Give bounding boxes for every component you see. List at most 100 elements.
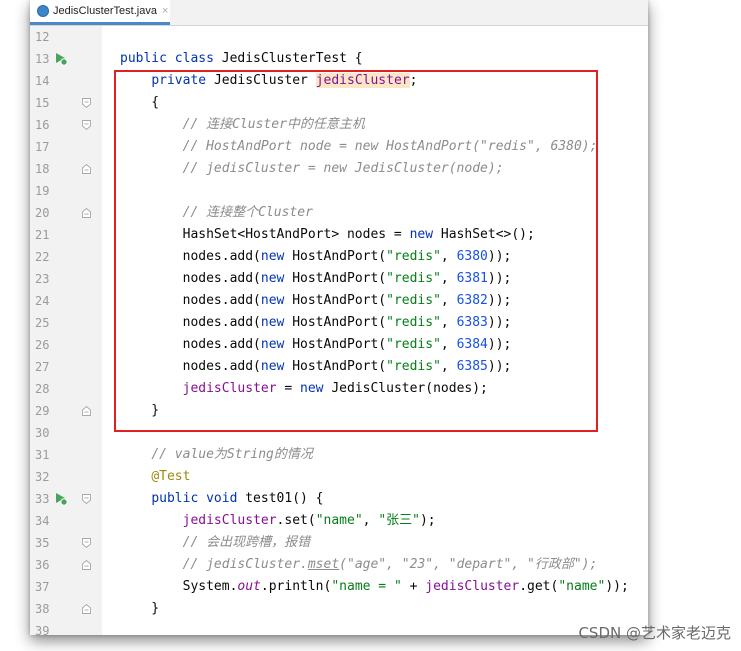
- code-line[interactable]: 39: [30, 620, 648, 635]
- code-text: private JedisCluster jedisCluster;: [120, 70, 417, 92]
- code-token: ,: [362, 513, 379, 528]
- code-line[interactable]: 32 @Test: [30, 466, 648, 488]
- line-number: 28: [35, 382, 50, 396]
- code-line[interactable]: 35 // 会出现跨槽，报错: [30, 532, 648, 554]
- code-token: "redis": [386, 293, 441, 308]
- code-token: jedisCluster: [182, 513, 277, 528]
- code-line[interactable]: 24 nodes.add(new HostAndPort("redis", 63…: [30, 290, 648, 312]
- code-line[interactable]: 28 jedisCluster = new JedisCluster(nodes…: [30, 378, 648, 400]
- code-token: JedisClusterTest {: [221, 51, 363, 66]
- fold-close-icon[interactable]: [82, 208, 91, 218]
- code-text: }: [120, 598, 159, 620]
- code-line[interactable]: 30: [30, 422, 648, 444]
- code-token: ("age", "23", "depart", "行政部");: [339, 557, 598, 572]
- fold-open-icon[interactable]: [82, 98, 91, 108]
- code-line[interactable]: 34 jedisCluster.set("name", "张三");: [30, 510, 648, 532]
- code-line[interactable]: 36 // jedisCluster.mset("age", "23", "de…: [30, 554, 648, 576]
- code-text: @Test: [120, 466, 190, 488]
- code-text: // 会出现跨槽，报错: [120, 532, 310, 554]
- code-token: mset: [307, 557, 340, 572]
- code-token: JedisCluster: [213, 73, 316, 88]
- code-text: public void test01() {: [120, 488, 323, 510]
- code-text: }: [120, 400, 159, 422]
- code-token: ,: [440, 337, 457, 352]
- code-text: HashSet<HostAndPort> nodes = new HashSet…: [120, 224, 535, 246]
- code-line[interactable]: 27 nodes.add(new HostAndPort("redis", 63…: [30, 356, 648, 378]
- code-token: 6382: [456, 293, 488, 308]
- code-line[interactable]: 16 // 连接Cluster中的任意主机: [30, 114, 648, 136]
- code-token: nodes.add(: [120, 315, 261, 330]
- code-token: jedisCluster: [182, 381, 277, 396]
- code-token: // value为String的情况: [151, 447, 313, 462]
- code-token: "张三": [378, 513, 420, 528]
- fold-open-icon[interactable]: [82, 494, 91, 504]
- close-icon[interactable]: ×: [162, 5, 168, 17]
- code-line[interactable]: 23 nodes.add(new HostAndPort("redis", 63…: [30, 268, 648, 290]
- fold-open-icon[interactable]: [82, 538, 91, 548]
- code-token: jedisCluster: [315, 73, 410, 88]
- code-token: ));: [487, 271, 512, 286]
- code-text: nodes.add(new HostAndPort("redis", 6380)…: [120, 246, 512, 268]
- code-line[interactable]: 14 private JedisCluster jedisCluster;: [30, 70, 648, 92]
- line-number: 37: [35, 580, 50, 594]
- code-line[interactable]: 21 HashSet<HostAndPort> nodes = new Hash…: [30, 224, 648, 246]
- code-line[interactable]: 22 nodes.add(new HostAndPort("redis", 63…: [30, 246, 648, 268]
- code-line[interactable]: 33 public void test01() {: [30, 488, 648, 510]
- code-token: new: [260, 315, 293, 330]
- code-token: new: [409, 227, 441, 242]
- fold-open-icon[interactable]: [82, 120, 91, 130]
- fold-close-icon[interactable]: [82, 560, 91, 570]
- tab-jedisclustertest[interactable]: JedisClusterTest.java ×: [30, 0, 170, 25]
- code-line[interactable]: 26 nodes.add(new HostAndPort("redis", 63…: [30, 334, 648, 356]
- fold-close-icon[interactable]: [82, 604, 91, 614]
- line-number: 31: [35, 448, 50, 462]
- line-number: 15: [35, 96, 50, 110]
- code-token: JedisCluster(nodes);: [331, 381, 488, 396]
- code-line[interactable]: 31 // value为String的情况: [30, 444, 648, 466]
- code-line[interactable]: 17 // HostAndPort node = new HostAndPort…: [30, 136, 648, 158]
- code-token: // 连接整个Cluster: [182, 205, 313, 220]
- code-token: HostAndPort(: [292, 315, 387, 330]
- code-token: new: [260, 337, 293, 352]
- code-token: .println(: [260, 579, 332, 594]
- code-line[interactable]: 19: [30, 180, 648, 202]
- line-number: 19: [35, 184, 50, 198]
- code-token: // jedisCluster = new JedisCluster(node)…: [182, 161, 504, 176]
- code-line[interactable]: 20 // 连接整个Cluster: [30, 202, 648, 224]
- fold-close-icon[interactable]: [82, 164, 91, 174]
- code-token: jedisCluster: [425, 579, 520, 594]
- line-number: 14: [35, 74, 50, 88]
- code-token: "name = ": [331, 579, 402, 594]
- code-token: // jedisCluster.: [182, 557, 308, 572]
- code-token: HashSet<>();: [440, 227, 535, 242]
- code-text: nodes.add(new HostAndPort("redis", 6381)…: [120, 268, 512, 290]
- code-token: ,: [440, 293, 457, 308]
- code-token: "redis": [386, 249, 441, 264]
- code-text: System.out.println("name = " + jedisClus…: [120, 576, 629, 598]
- code-line[interactable]: 29 }: [30, 400, 648, 422]
- code-text: jedisCluster.set("name", "张三");: [120, 510, 436, 532]
- code-line[interactable]: 13 public class JedisClusterTest {: [30, 48, 648, 70]
- code-text: public class JedisClusterTest {: [120, 48, 363, 70]
- fold-close-icon[interactable]: [82, 406, 91, 416]
- code-token: ));: [487, 249, 512, 264]
- code-line[interactable]: 37 System.out.println("name = " + jedisC…: [30, 576, 648, 598]
- line-number: 21: [35, 228, 50, 242]
- code-token: "redis": [386, 315, 441, 330]
- code-text: // HostAndPort node = new HostAndPort("r…: [120, 136, 598, 158]
- line-number: 36: [35, 558, 50, 572]
- code-token: 6380: [456, 249, 488, 264]
- code-text: nodes.add(new HostAndPort("redis", 6383)…: [120, 312, 512, 334]
- code-token: 6384: [456, 337, 488, 352]
- code-line[interactable]: 18 // jedisCluster = new JedisCluster(no…: [30, 158, 648, 180]
- code-line[interactable]: 12: [30, 26, 648, 48]
- code-line[interactable]: 25 nodes.add(new HostAndPort("redis", 63…: [30, 312, 648, 334]
- code-line[interactable]: 15 {: [30, 92, 648, 114]
- run-test-icon[interactable]: [54, 52, 68, 66]
- code-line[interactable]: 38 }: [30, 598, 648, 620]
- run-test-icon[interactable]: [54, 492, 68, 506]
